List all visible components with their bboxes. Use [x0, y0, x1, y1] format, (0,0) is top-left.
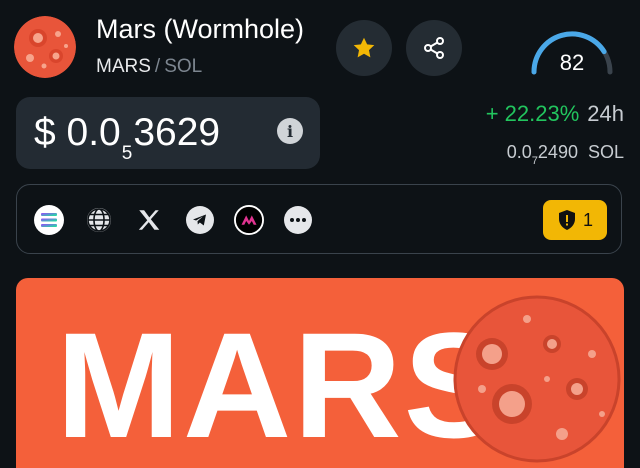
- price-change: + 22.23% 24h: [486, 101, 624, 127]
- exchange-logo-icon[interactable]: [234, 205, 264, 235]
- score-value: 82: [559, 50, 585, 75]
- star-icon: [353, 37, 375, 58]
- sol-price-zero-count: 7: [531, 155, 538, 167]
- info-icon[interactable]: i: [277, 118, 303, 144]
- share-button[interactable]: [406, 20, 462, 76]
- telegram-icon[interactable]: [185, 205, 215, 235]
- change-period: 24h: [587, 101, 624, 126]
- sol-price-unit: SOL: [587, 142, 624, 162]
- price-prefix: $ 0.0: [34, 111, 121, 154]
- change-percent: + 22.23%: [485, 101, 580, 126]
- token-pair: MARS / SOL: [96, 56, 202, 78]
- pair-separator: /: [154, 56, 161, 77]
- quote-symbol: SOL: [164, 56, 203, 77]
- token-avatar: [14, 16, 76, 78]
- price-zero-count: 5: [121, 143, 133, 164]
- token-banner: MARS: [16, 278, 624, 468]
- token-symbol: MARS: [96, 56, 151, 77]
- security-warning-badge[interactable]: 1: [543, 200, 607, 240]
- share-icon: [424, 37, 444, 59]
- shield-warning-icon: [558, 210, 575, 230]
- usd-price: $ 0.053629: [34, 111, 221, 164]
- solana-icon[interactable]: [34, 205, 64, 235]
- sol-price-digits: 2490: [537, 142, 578, 162]
- favorite-button[interactable]: [336, 20, 392, 76]
- x-twitter-icon[interactable]: [134, 205, 164, 235]
- price-digits: 3629: [133, 111, 221, 154]
- mars-planet-icon: [453, 295, 621, 463]
- sol-price: 0.072490 SOL: [506, 142, 624, 167]
- token-title: Mars (Wormhole): [96, 14, 305, 44]
- more-icon[interactable]: [283, 205, 313, 235]
- sol-price-prefix: 0.0: [506, 142, 532, 162]
- banner-text: MARS: [56, 301, 506, 468]
- security-warning-count: 1: [582, 209, 593, 230]
- website-icon[interactable]: [84, 205, 114, 235]
